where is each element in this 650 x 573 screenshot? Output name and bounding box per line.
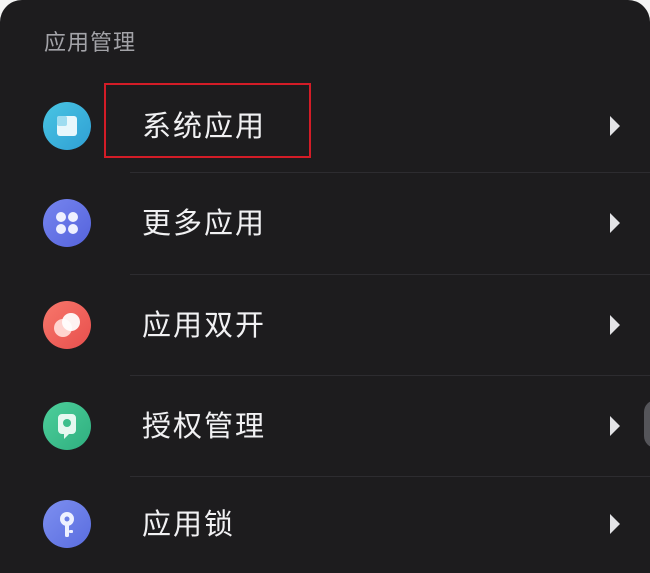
system-apps-icon	[43, 102, 91, 150]
app-management-panel: 应用管理 系统应用 更多应用 应用双开 授权管理 应用锁	[0, 0, 650, 573]
permission-icon	[43, 402, 91, 450]
scroll-handle[interactable]	[644, 400, 650, 448]
menu-item-app-lock[interactable]: 应用锁	[0, 474, 650, 573]
menu-item-system-apps[interactable]: 系统应用	[0, 76, 650, 176]
app-lock-icon	[43, 500, 91, 548]
menu-item-label: 应用双开	[142, 308, 267, 342]
chevron-right-icon	[610, 315, 620, 335]
app-twin-icon	[43, 301, 91, 349]
chevron-right-icon	[610, 116, 620, 136]
menu-item-label: 授权管理	[142, 409, 267, 443]
menu-item-label: 应用锁	[142, 507, 236, 541]
menu-item-more-apps[interactable]: 更多应用	[0, 173, 650, 273]
chevron-right-icon	[610, 213, 620, 233]
more-apps-icon	[43, 199, 91, 247]
section-title: 应用管理	[44, 31, 137, 56]
menu-item-app-twin[interactable]: 应用双开	[0, 275, 650, 375]
menu-item-label: 更多应用	[142, 206, 267, 240]
menu-item-permission-management[interactable]: 授权管理	[0, 376, 650, 476]
highlight-box	[104, 83, 311, 158]
chevron-right-icon	[610, 416, 620, 436]
chevron-right-icon	[610, 514, 620, 534]
